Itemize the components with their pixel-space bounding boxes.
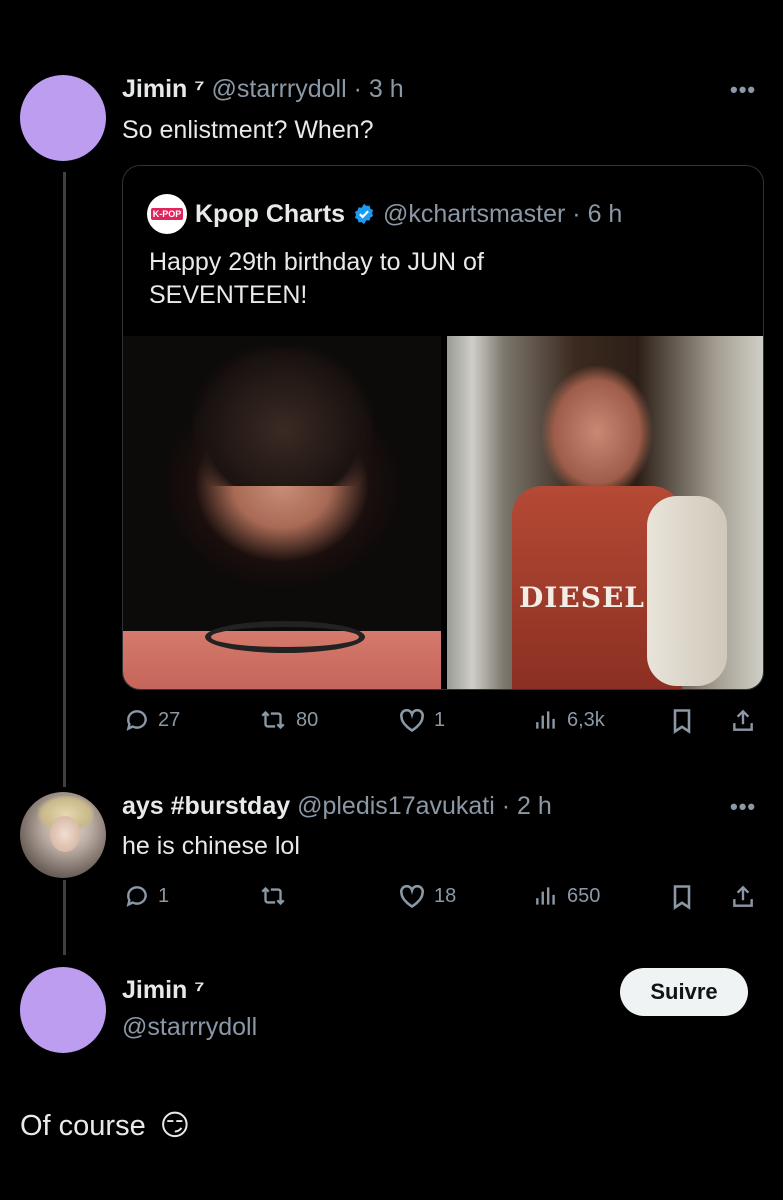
share-icon — [733, 709, 753, 731]
author-name[interactable]: Jimin ⁷ — [122, 976, 205, 1005]
bookmark-button[interactable] — [670, 707, 694, 735]
views-count: 650 — [567, 884, 601, 907]
tweet-text: Of course 😏 — [20, 1108, 190, 1143]
tweet-text: he is chinese lol — [122, 832, 300, 860]
avatar[interactable] — [20, 75, 106, 161]
quoted-tweet-card[interactable]: K-POP Kpop Charts @kchartsmaster · 6 h H… — [122, 165, 764, 690]
author-name[interactable]: ays #burstday — [122, 792, 290, 820]
repost-count: 80 — [296, 708, 319, 731]
reply-button[interactable]: 27 — [124, 707, 180, 733]
avatar[interactable] — [20, 967, 106, 1053]
reply-count: 27 — [158, 708, 181, 731]
bookmark-button[interactable] — [670, 883, 694, 911]
reply-icon — [126, 886, 147, 907]
tweet-text: So enlistment? When? — [122, 116, 374, 144]
more-horizontal-icon[interactable]: ••• — [730, 79, 756, 101]
repost-icon — [261, 710, 285, 730]
quote-author-handle-time[interactable]: @kchartsmaster · 6 h — [383, 200, 622, 229]
views-count: 6,3k — [567, 708, 605, 731]
reply-button[interactable]: 1 — [124, 883, 169, 909]
author-handle-time[interactable]: @starrrydoll · 3 h — [212, 75, 404, 103]
shirt-logo-text: DIESEL — [519, 581, 645, 614]
like-count: 18 — [434, 884, 457, 907]
like-count: 1 — [434, 708, 446, 731]
quote-header: K-POP Kpop Charts @kchartsmaster · 6 h — [147, 194, 622, 234]
main-tweet-text: Of course — [20, 1110, 146, 1142]
repost-icon — [261, 886, 285, 906]
repost-button[interactable] — [258, 883, 296, 909]
quote-photo-left[interactable] — [123, 336, 441, 689]
reply-icon — [126, 710, 147, 731]
share-button[interactable] — [730, 707, 756, 735]
reply-count: 1 — [158, 884, 170, 907]
author-name[interactable]: Jimin ⁷ — [122, 75, 205, 103]
kpop-charts-logo[interactable]: K-POP — [147, 194, 187, 234]
like-button[interactable]: 18 — [398, 883, 456, 909]
share-icon — [733, 885, 753, 907]
avatar[interactable] — [20, 792, 106, 878]
bookmark-icon — [673, 885, 691, 910]
author-handle[interactable]: @starrrydoll — [122, 1013, 257, 1042]
more-horizontal-icon[interactable]: ••• — [730, 796, 756, 818]
verified-badge-icon — [354, 203, 374, 225]
bookmark-icon — [673, 709, 691, 734]
quote-text: Happy 29th birthday to JUN of SEVENTEEN! — [149, 248, 484, 309]
heart-icon — [400, 708, 424, 733]
share-button[interactable] — [730, 883, 756, 911]
views-button[interactable]: 6,3k — [533, 707, 605, 733]
views-button[interactable]: 650 — [533, 883, 600, 909]
thread-line — [63, 172, 66, 787]
thread-line — [63, 880, 66, 955]
repost-button[interactable]: 80 — [258, 707, 318, 733]
quote-photo-right[interactable]: DIESEL — [447, 336, 763, 689]
views-chart-icon — [536, 887, 555, 905]
author-handle-time[interactable]: @pledis17avukati · 2 h — [297, 792, 552, 820]
follow-button[interactable]: Suivre — [620, 968, 748, 1016]
tweet-header: ays #burstday @pledis17avukati · 2 h — [122, 792, 552, 821]
like-button[interactable]: 1 — [398, 707, 445, 733]
quote-author-name[interactable]: Kpop Charts — [195, 200, 345, 229]
heart-icon — [400, 884, 424, 909]
tweet-header: Jimin ⁷ @starrrydoll · 3 h — [122, 75, 404, 104]
views-chart-icon — [536, 711, 555, 729]
smirk-emoji-icon: 😏 — [159, 1110, 191, 1142]
